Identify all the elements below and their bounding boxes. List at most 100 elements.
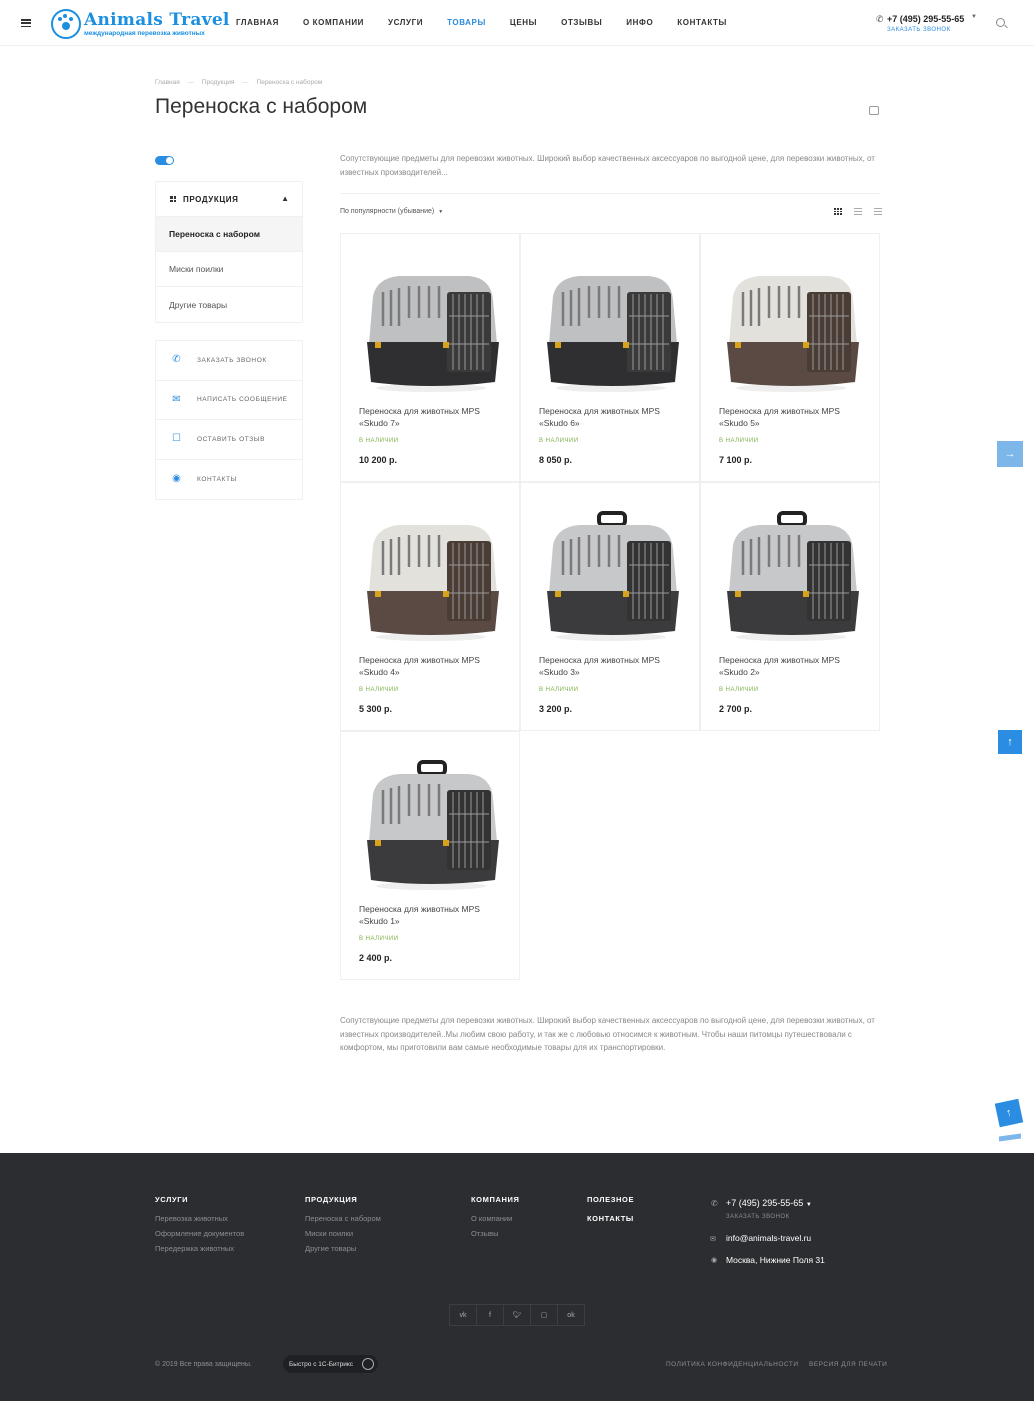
product-card[interactable]: Переноска для животных MPS «Skudo 7» В н… (340, 233, 520, 482)
leave-review-action[interactable]: ☐ Оставить отзыв (156, 420, 302, 460)
footer-link[interactable]: О компании (471, 1214, 519, 1223)
nav-info[interactable]: Инфо (626, 18, 653, 27)
tile-view-icon[interactable] (834, 208, 842, 215)
product-card[interactable]: Переноска для животных MPS «Skudo 6» В н… (520, 233, 700, 482)
chevron-up-icon[interactable]: ▲ (281, 194, 289, 203)
footer-link[interactable]: Перевозка животных (155, 1214, 244, 1223)
footer-phone[interactable]: +7 (495) 295-55-65 ▼ (726, 1198, 812, 1208)
paw-icon (51, 9, 81, 39)
footer-callback-link[interactable]: Заказать звонок (726, 1214, 790, 1220)
privacy-policy-link[interactable]: Политика конфиденциальности (666, 1361, 799, 1368)
carrier-image[interactable] (719, 256, 863, 398)
nav-about[interactable]: О компании (303, 18, 364, 27)
facebook-icon[interactable]: f (476, 1304, 504, 1326)
product-name[interactable]: Переноска для животных MPS «Skudo 2» (719, 654, 869, 678)
footer-heading[interactable]: Услуги (155, 1195, 244, 1204)
main-nav: Главная О компании Услуги Товары Цены От… (236, 18, 751, 27)
header-callback-link[interactable]: Заказать звонок (887, 27, 951, 33)
nav-prices[interactable]: Цены (510, 18, 537, 27)
product-name[interactable]: Переноска для животных MPS «Skudo 1» (359, 903, 509, 927)
menu-icon[interactable] (21, 19, 31, 27)
carrier-image[interactable] (719, 505, 863, 647)
divider (340, 193, 880, 194)
footer-heading[interactable]: Контакты (587, 1214, 634, 1223)
product-price: 2 700 р. (719, 704, 753, 714)
sidebar-item-other[interactable]: Другие товары (156, 287, 302, 322)
table-view-icon[interactable] (874, 208, 882, 215)
nav-contacts[interactable]: Контакты (677, 18, 727, 27)
sidebar-heading[interactable]: Продукция ▲ (156, 182, 302, 217)
product-name[interactable]: Переноска для животных MPS «Skudo 3» (539, 654, 689, 678)
carrier-image[interactable] (359, 505, 503, 647)
breadcrumb-products[interactable]: Продукция (202, 79, 235, 86)
sidebar-toggle[interactable] (155, 156, 174, 165)
vk-icon[interactable]: vk (449, 1304, 477, 1326)
print-version-link[interactable]: Версия для печати (809, 1361, 887, 1368)
sort-select[interactable]: По популярности (убывание) ▼ (340, 208, 443, 215)
twitter-icon[interactable]: 🐦︎ (503, 1304, 531, 1326)
footer-phone-text: +7 (495) 295-55-65 (726, 1198, 804, 1208)
sidebar-item-bowls[interactable]: Миски поилки (156, 252, 302, 287)
product-name[interactable]: Переноска для животных MPS «Skudo 5» (719, 405, 869, 429)
logo-subtitle: международная перевозка животных (84, 30, 205, 37)
phone-icon: ✆ (876, 14, 884, 24)
footer-link[interactable]: Отзывы (471, 1229, 519, 1238)
footer-link[interactable]: Передержка животных (155, 1244, 244, 1253)
scroll-top-button[interactable]: ↑ (998, 730, 1022, 754)
footer-link[interactable]: Оформление документов (155, 1229, 244, 1238)
site-footer: Услуги Перевозка животных Оформление док… (0, 1153, 1034, 1401)
product-name[interactable]: Переноска для животных MPS «Skudo 7» (359, 405, 509, 429)
contacts-action[interactable]: ◉ Контакты (156, 460, 302, 500)
arrow-up-icon: ↑ (1007, 736, 1013, 748)
print-icon[interactable] (869, 106, 879, 115)
arrow-up-icon: ↑ (1005, 1106, 1013, 1120)
nav-services[interactable]: Услуги (388, 18, 423, 27)
site-header: Animals Travel международная перевозка ж… (0, 0, 1034, 46)
order-call-action[interactable]: ✆ Заказать звонок (156, 341, 302, 381)
stock-status: В наличии (359, 438, 399, 444)
sidebar-item-carriers[interactable]: Переноска с набором (156, 217, 302, 252)
sidebar-actions: ✆ Заказать звонок ✉ Написать сообщение ☐… (155, 340, 303, 500)
stock-status: В наличии (539, 687, 579, 693)
product-price: 8 050 р. (539, 455, 573, 465)
footer-email[interactable]: info@animals-travel.ru (726, 1233, 811, 1243)
scroll-top-button-alt[interactable]: ↑ (994, 1098, 1024, 1128)
side-panel-button[interactable]: → (997, 441, 1023, 467)
carrier-image[interactable] (539, 505, 683, 647)
bitrix-badge[interactable]: Быстро с 1С-Битрикс (283, 1355, 378, 1373)
product-card[interactable]: Переноска для животных MPS «Skudo 5» В н… (700, 233, 880, 482)
breadcrumb-home[interactable]: Главная (155, 79, 180, 86)
carrier-image[interactable] (539, 256, 683, 398)
footer-link[interactable]: Другие товары (305, 1244, 381, 1253)
footer-link[interactable]: Миски поилки (305, 1229, 381, 1238)
nav-reviews[interactable]: Отзывы (561, 18, 602, 27)
list-view-icon[interactable] (854, 208, 862, 215)
breadcrumb-separator: — (187, 79, 195, 86)
nav-products[interactable]: Товары (447, 18, 486, 27)
footer-heading[interactable]: Компания (471, 1195, 519, 1204)
product-card[interactable]: Переноска для животных MPS «Skudo 1» В н… (340, 731, 520, 980)
product-card[interactable]: Переноска для животных MPS «Skudo 2» В н… (700, 482, 880, 731)
carrier-image[interactable] (359, 754, 503, 896)
product-card[interactable]: Переноска для животных MPS «Skudo 3» В н… (520, 482, 700, 731)
instagram-icon[interactable]: ▢ (530, 1304, 558, 1326)
footer-heading[interactable]: Полезное (587, 1195, 634, 1204)
footer-col-products: Продукция Переноска с набором Миски поил… (305, 1195, 381, 1259)
footer-link[interactable]: Переноска с набором (305, 1214, 381, 1223)
product-card[interactable]: Переноска для животных MPS «Skudo 4» В н… (340, 482, 520, 731)
nav-home[interactable]: Главная (236, 18, 279, 27)
action-label: Заказать звонок (197, 356, 267, 364)
page-title: Переноска с набором (155, 95, 368, 118)
search-icon[interactable] (996, 18, 1005, 27)
logo[interactable]: Animals Travel международная перевозка ж… (51, 9, 229, 39)
footer-address: Москва, Нижние Поля 31 (726, 1255, 825, 1265)
chevron-down-icon[interactable]: ▼ (971, 14, 977, 20)
product-name[interactable]: Переноска для животных MPS «Skudo 6» (539, 405, 689, 429)
odnoklassniki-icon[interactable]: ok (557, 1304, 585, 1326)
footer-heading[interactable]: Продукция (305, 1195, 381, 1204)
carrier-image[interactable] (359, 256, 503, 398)
sidebar-menu: Продукция ▲ Переноска с набором Миски по… (155, 181, 303, 323)
product-name[interactable]: Переноска для животных MPS «Skudo 4» (359, 654, 509, 678)
write-message-action[interactable]: ✉ Написать сообщение (156, 381, 302, 420)
header-phone[interactable]: +7 (495) 295-55-65 (887, 14, 964, 24)
